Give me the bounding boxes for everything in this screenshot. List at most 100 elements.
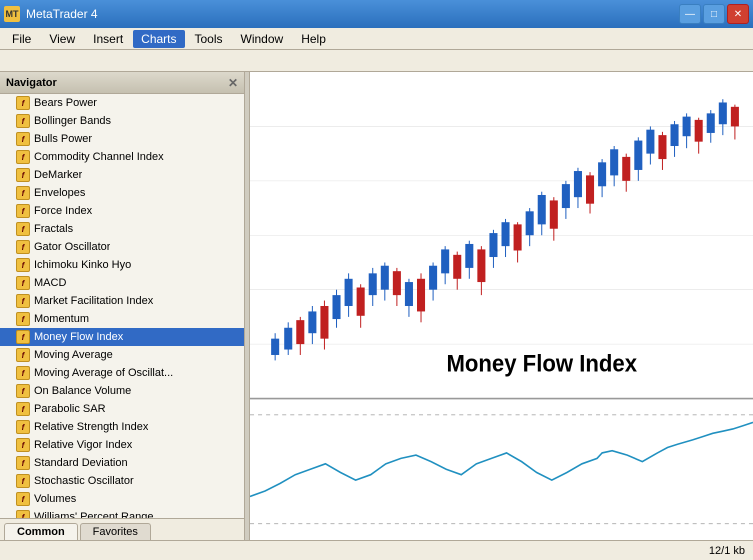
maximize-button[interactable]: □: [703, 4, 725, 24]
minimize-button[interactable]: —: [679, 4, 701, 24]
indicator-icon: f: [16, 294, 30, 308]
nav-item-label: Bollinger Bands: [34, 115, 111, 127]
nav-item[interactable]: f Moving Average of Oscillat...: [0, 364, 244, 382]
nav-item-label: On Balance Volume: [34, 385, 131, 397]
indicator-icon: f: [16, 438, 30, 452]
navigator-tabs: CommonFavorites: [0, 518, 244, 540]
indicator-icon: f: [16, 240, 30, 254]
nav-item-label: Market Facilitation Index: [34, 295, 153, 307]
status-kb: 12/1 kb: [709, 545, 745, 557]
menu-tools[interactable]: Tools: [187, 30, 231, 48]
nav-item-label: Standard Deviation: [34, 457, 128, 469]
indicator-icon: f: [16, 330, 30, 344]
menu-file[interactable]: File: [4, 30, 39, 48]
title-bar: MT MetaTrader 4 — □ ✕: [0, 0, 753, 28]
nav-item-label: Ichimoku Kinko Hyo: [34, 259, 131, 271]
nav-item-label: Force Index: [34, 205, 92, 217]
nav-item[interactable]: f Bulls Power: [0, 130, 244, 148]
nav-item-label: Stochastic Oscillator: [34, 475, 134, 487]
navigator-list[interactable]: f Bears Power f Bollinger Bands f Bulls …: [0, 94, 244, 518]
nav-item[interactable]: f Volumes: [0, 490, 244, 508]
nav-item-label: Relative Strength Index: [34, 421, 148, 433]
indicator-icon: f: [16, 402, 30, 416]
indicator-icon: f: [16, 384, 30, 398]
indicator-icon: f: [16, 276, 30, 290]
nav-item[interactable]: f Momentum: [0, 310, 244, 328]
menu-window[interactable]: Window: [233, 30, 292, 48]
nav-item-label: Money Flow Index: [34, 331, 123, 343]
title-controls: — □ ✕: [679, 4, 749, 24]
nav-item[interactable]: f Force Index: [0, 202, 244, 220]
nav-item-label: Moving Average of Oscillat...: [34, 367, 173, 379]
nav-item[interactable]: f Commodity Channel Index: [0, 148, 244, 166]
indicator-icon: f: [16, 348, 30, 362]
nav-item[interactable]: f Stochastic Oscillator: [0, 472, 244, 490]
menu-view[interactable]: View: [41, 30, 83, 48]
nav-item[interactable]: f Bollinger Bands: [0, 112, 244, 130]
nav-item[interactable]: f Money Flow Index: [0, 328, 244, 346]
indicator-icon: f: [16, 474, 30, 488]
indicator-icon: f: [16, 492, 30, 506]
nav-item[interactable]: f Relative Strength Index: [0, 418, 244, 436]
nav-item-label: Momentum: [34, 313, 89, 325]
nav-item[interactable]: f Parabolic SAR: [0, 400, 244, 418]
nav-item[interactable]: f Market Facilitation Index: [0, 292, 244, 310]
nav-item-label: Moving Average: [34, 349, 113, 361]
indicator-icon: f: [16, 204, 30, 218]
menu-insert[interactable]: Insert: [85, 30, 131, 48]
nav-item[interactable]: f Williams' Percent Range: [0, 508, 244, 518]
chart-svg: Money Flow Index: [250, 72, 753, 540]
indicator-icon: f: [16, 132, 30, 146]
svg-text:Money Flow Index: Money Flow Index: [446, 349, 637, 376]
menu-charts[interactable]: Charts: [133, 30, 184, 48]
indicator-icon: f: [16, 510, 30, 518]
indicator-icon: f: [16, 420, 30, 434]
nav-item[interactable]: f Ichimoku Kinko Hyo: [0, 256, 244, 274]
nav-item[interactable]: f Envelopes: [0, 184, 244, 202]
nav-item[interactable]: f Gator Oscillator: [0, 238, 244, 256]
nav-item[interactable]: f On Balance Volume: [0, 382, 244, 400]
indicator-icon: f: [16, 114, 30, 128]
title-bar-left: MT MetaTrader 4: [4, 6, 98, 22]
navigator-close-button[interactable]: ✕: [228, 76, 238, 90]
navigator-header: Navigator ✕: [0, 72, 244, 94]
indicator-icon: f: [16, 168, 30, 182]
nav-item-label: Parabolic SAR: [34, 403, 106, 415]
indicator-icon: f: [16, 186, 30, 200]
nav-item[interactable]: f Bears Power: [0, 94, 244, 112]
status-right: 12/1 kb: [709, 545, 745, 557]
menu-bar: File View Insert Charts Tools Window Hel…: [0, 28, 753, 50]
nav-item[interactable]: f Standard Deviation: [0, 454, 244, 472]
nav-item-label: MACD: [34, 277, 66, 289]
nav-item-label: Gator Oscillator: [34, 241, 110, 253]
nav-item-label: Williams' Percent Range: [34, 511, 153, 518]
window-title: MetaTrader 4: [26, 7, 98, 21]
nav-item[interactable]: f Fractals: [0, 220, 244, 238]
status-bar: 12/1 kb: [0, 540, 753, 560]
nav-item-label: Volumes: [34, 493, 76, 505]
nav-item-label: Bears Power: [34, 97, 97, 109]
nav-item-label: Envelopes: [34, 187, 85, 199]
nav-item[interactable]: f Relative Vigor Index: [0, 436, 244, 454]
toolbar: [0, 50, 753, 72]
nav-tab[interactable]: Common: [4, 523, 78, 540]
navigator-panel: Navigator ✕ f Bears Power f Bollinger Ba…: [0, 72, 245, 540]
nav-item-label: Fractals: [34, 223, 73, 235]
indicator-icon: f: [16, 96, 30, 110]
nav-item-label: Commodity Channel Index: [34, 151, 164, 163]
app-icon: MT: [4, 6, 20, 22]
nav-item[interactable]: f Moving Average: [0, 346, 244, 364]
menu-help[interactable]: Help: [293, 30, 334, 48]
navigator-title: Navigator: [6, 77, 57, 89]
indicator-icon: f: [16, 258, 30, 272]
chart-area: Money Flow Index: [250, 72, 753, 540]
nav-item[interactable]: f MACD: [0, 274, 244, 292]
main-content: Navigator ✕ f Bears Power f Bollinger Ba…: [0, 72, 753, 540]
close-button[interactable]: ✕: [727, 4, 749, 24]
nav-item[interactable]: f DeMarker: [0, 166, 244, 184]
nav-item-label: Bulls Power: [34, 133, 92, 145]
nav-tab[interactable]: Favorites: [80, 523, 151, 540]
indicator-icon: f: [16, 222, 30, 236]
indicator-icon: f: [16, 312, 30, 326]
nav-item-label: Relative Vigor Index: [34, 439, 132, 451]
